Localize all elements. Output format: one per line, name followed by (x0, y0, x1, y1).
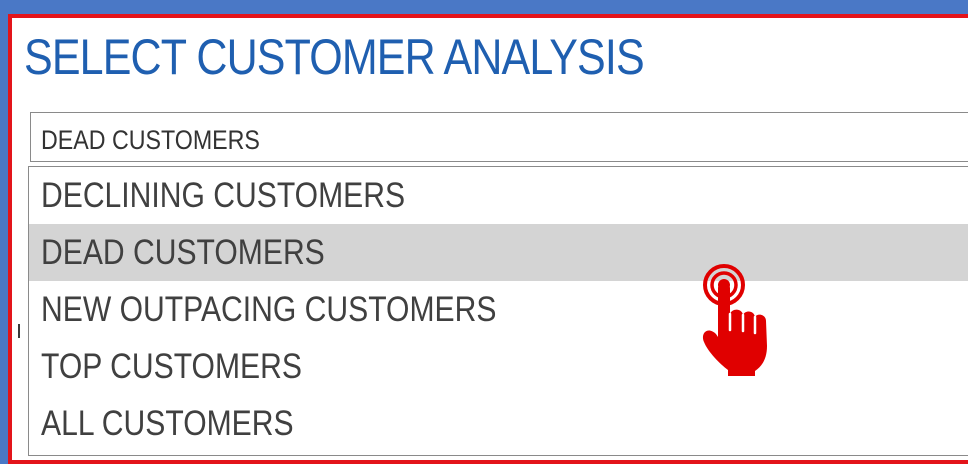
option-all-customers[interactable]: ALL CUSTOMERS (29, 395, 968, 452)
option-label: NEW OUTPACING CUSTOMERS (41, 289, 497, 329)
customer-analysis-select[interactable]: DEAD CUSTOMERS (30, 112, 968, 162)
option-label: DEAD CUSTOMERS (41, 232, 325, 272)
option-declining-customers[interactable]: DECLINING CUSTOMERS (29, 167, 968, 224)
option-label: DECLINING CUSTOMERS (41, 175, 406, 215)
select-current-value: DEAD CUSTOMERS (41, 125, 260, 155)
option-label: TOP CUSTOMERS (41, 346, 302, 386)
option-new-outpacing-customers[interactable]: NEW OUTPACING CUSTOMERS (29, 281, 968, 338)
dropdown-options-list: DECLINING CUSTOMERS DEAD CUSTOMERS NEW O… (28, 166, 968, 456)
divider-mark (18, 324, 20, 338)
customer-analysis-panel: SELECT CUSTOMER ANALYSIS DEAD CUSTOMERS … (8, 14, 968, 464)
option-dead-customers[interactable]: DEAD CUSTOMERS (29, 224, 968, 281)
option-top-customers[interactable]: TOP CUSTOMERS (29, 338, 968, 395)
option-label: ALL CUSTOMERS (41, 403, 294, 443)
pointing-hand-cursor-icon (702, 264, 767, 376)
panel-title: SELECT CUSTOMER ANALYSIS (24, 29, 645, 85)
